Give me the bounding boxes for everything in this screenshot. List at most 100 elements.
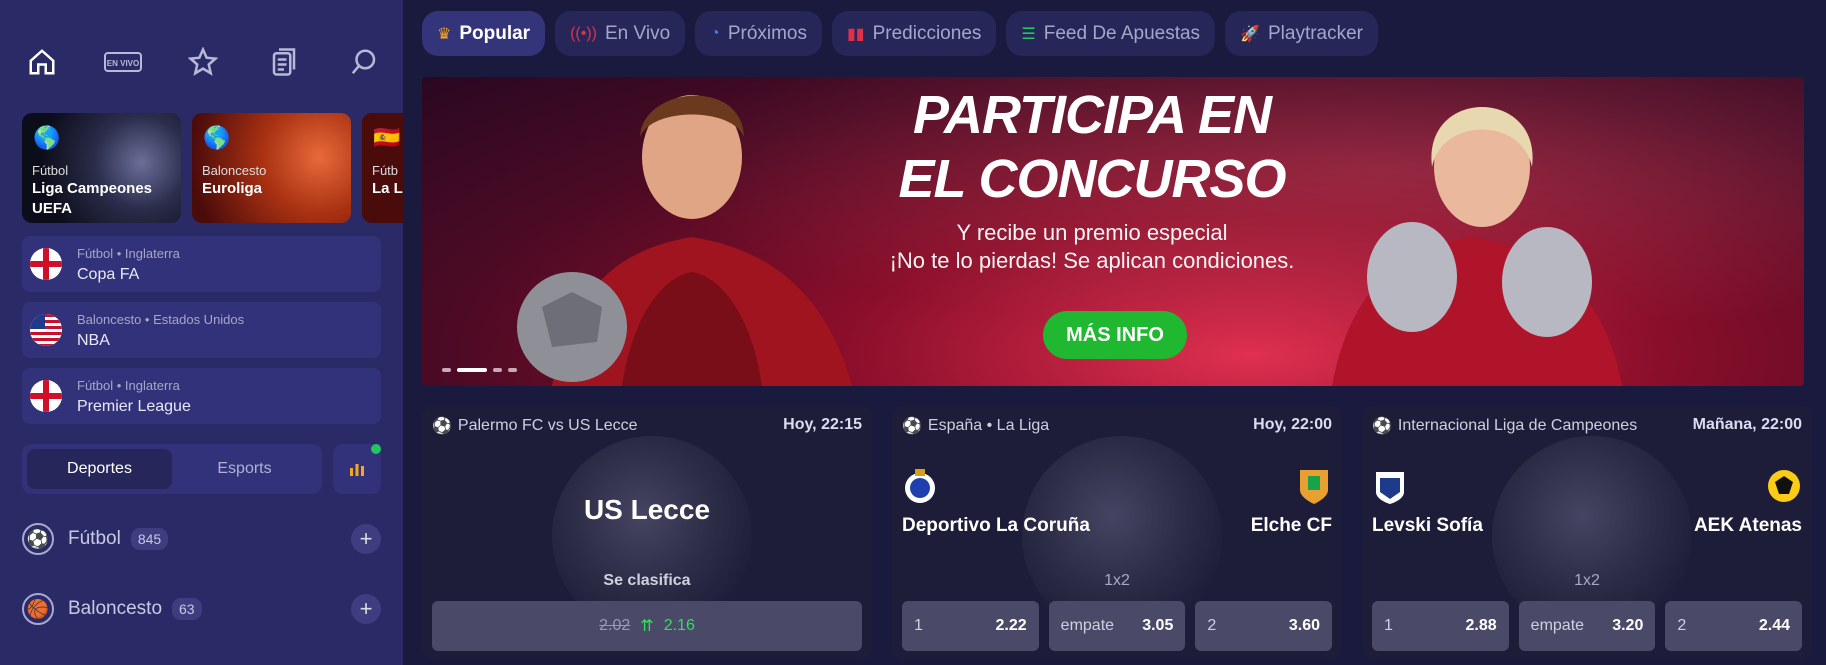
featured-card-champions-league[interactable]: 🌎 Fútbol Liga Campeones UEFA (22, 113, 181, 223)
match-time: Hoy, 22:00 (1253, 416, 1332, 433)
search-icon[interactable] (340, 42, 388, 82)
soccer-ball-icon: ⚽ (432, 418, 452, 435)
featured-sport: Fútb (372, 163, 399, 178)
boost-arrows-icon: ⇈ (640, 618, 654, 635)
featured-competitions: 🌎 Fútbol Liga Campeones UEFA 🌎 Baloncesto… (22, 113, 403, 223)
match-header: ⚽ Palermo FC vs US Lecce Hoy, 22:15 (432, 416, 862, 436)
sport-name: Fútbol (68, 528, 121, 549)
carousel-dot[interactable] (493, 368, 502, 372)
expand-plus-icon[interactable]: + (351, 594, 381, 624)
live-icon: ((•)) (570, 24, 597, 42)
market-name: 1x2 (1574, 572, 1600, 589)
sport-row-baloncesto[interactable]: 🏀 Baloncesto 63 + (22, 589, 381, 629)
old-odd: 2.02 (599, 617, 631, 634)
sport-name: Baloncesto (68, 598, 163, 619)
boosted-odd: 2.16 (663, 617, 695, 634)
odd-button-away[interactable]: 2 2.44 (1665, 601, 1803, 651)
globe-icon: 🌎 (203, 125, 231, 150)
tab-predicciones[interactable]: ▮▮ Predicciones (832, 11, 997, 56)
expand-plus-icon[interactable]: + (351, 524, 381, 554)
tab-playtracker[interactable]: 🚀 Playtracker (1225, 11, 1379, 56)
bars-icon: ▮▮ (847, 25, 865, 43)
odd-button-home[interactable]: 1 2.22 (902, 601, 1039, 651)
league-name: Copa FA (77, 266, 140, 283)
match-title: Internacional Liga de Campeones (1397, 417, 1638, 434)
star-icon[interactable] (179, 42, 227, 82)
stats-button[interactable] (333, 444, 381, 494)
betslip-icon[interactable] (260, 42, 308, 82)
clock-icon: ◔ (710, 24, 720, 42)
tab-deportes[interactable]: Deportes (27, 449, 172, 489)
market-name: Se clasifica (603, 572, 691, 589)
notification-dot (371, 444, 381, 454)
odd-button-away[interactable]: 2 3.60 (1195, 601, 1333, 651)
soccer-ball-icon: ⚽ (22, 523, 54, 555)
usa-flag-icon (30, 314, 62, 346)
soccer-ball-icon: ⚽ (902, 418, 922, 435)
match-time: Mañana, 22:00 (1692, 416, 1802, 433)
match-card-deportivo-elche[interactable]: ⚽ España • La Liga Hoy, 22:00 Deportivo L… (892, 406, 1342, 659)
england-flag-icon (30, 248, 62, 280)
odds-row: 1 2.22 empate 3.05 2 3.60 (902, 601, 1333, 651)
match-title: Palermo FC vs US Lecce (457, 417, 638, 434)
banner-woman-image (1332, 107, 1622, 386)
featured-sport: Fútbol (32, 163, 69, 178)
featured-name: Euroliga (202, 180, 263, 197)
match-header: ⚽ Internacional Liga de Campeones Mañana,… (1372, 416, 1802, 436)
aek-crest-icon (1768, 470, 1800, 502)
odd-button-home[interactable]: 1 2.88 (1372, 601, 1509, 651)
league-item-copa-fa[interactable]: Fútbol • Inglaterra Copa FA (22, 236, 381, 292)
soccer-ball-icon: ⚽ (1372, 418, 1392, 435)
odd-button[interactable]: 2.02 ⇈ 2.16 (432, 601, 862, 651)
live-tv-icon[interactable]: EN VIVO (99, 42, 147, 82)
crown-icon: ♛ (437, 25, 452, 43)
league-item-nba[interactable]: Baloncesto • Estados Unidos NBA (22, 302, 381, 358)
tab-feed-de-apuestas[interactable]: ☰ Feed De Apuestas (1006, 11, 1216, 56)
carousel-dot[interactable] (508, 368, 517, 372)
odd-button-draw[interactable]: empate 3.05 (1048, 601, 1186, 651)
market-name: 1x2 (1104, 572, 1130, 589)
top-navigation: ♛ Popular ((•)) En Vivo ◔ Próximos ▮▮ Pr… (422, 11, 1379, 56)
promo-banner[interactable]: PARTICIPA EN EL CONCURSO Y recibe un prem… (422, 77, 1804, 386)
carousel-dot-active[interactable] (457, 368, 487, 372)
featured-card-laliga[interactable]: 🇪🇸 Fútb La L (362, 113, 403, 223)
match-title: España • La Liga (927, 417, 1050, 434)
england-flag-icon (30, 380, 62, 412)
team-name: US Lecce (583, 494, 711, 525)
levski-crest-icon (1376, 472, 1404, 504)
carousel-dot[interactable] (442, 368, 451, 372)
featured-name: La L (372, 180, 403, 197)
tab-en-vivo[interactable]: ((•)) En Vivo (555, 11, 686, 56)
odd-button-draw[interactable]: empate 3.20 (1518, 601, 1656, 651)
banner-man-image (517, 95, 852, 386)
featured-name: Liga Campeones UEFA (32, 180, 153, 217)
banner-cta-button[interactable]: MÁS INFO (1043, 311, 1187, 359)
sport-row-futbol[interactable]: ⚽ Fútbol 845 + (22, 519, 381, 559)
sport-count: 845 (130, 528, 169, 550)
match-card-levski-aek[interactable]: ⚽ Internacional Liga de Campeones Mañana,… (1362, 406, 1812, 659)
spain-flag-icon: 🇪🇸 (373, 125, 401, 150)
tab-popular[interactable]: ♛ Popular (422, 11, 546, 56)
svg-text:EN VIVO: EN VIVO (106, 59, 138, 68)
match-time: Hoy, 22:15 (783, 416, 862, 433)
tab-esports[interactable]: Esports (172, 449, 317, 489)
sports-esports-toggle: Deportes Esports (22, 444, 322, 494)
globe-icon: 🌎 (33, 125, 61, 150)
league-name: Premier League (77, 398, 191, 415)
home-icon[interactable] (18, 42, 66, 82)
banner-title: PARTICIPA EN EL CONCURSO (898, 85, 1286, 209)
banner-subtitle: Y recibe un premio especial ¡No te lo pie… (889, 220, 1295, 273)
elche-crest-icon (1300, 470, 1328, 504)
tab-proximos[interactable]: ◔ Próximos (695, 11, 822, 56)
league-meta: Fútbol • Inglaterra (77, 378, 180, 393)
league-name: NBA (77, 332, 110, 349)
match-card-palermo-lecce[interactable]: ⚽ Palermo FC vs US Lecce Hoy, 22:15 US Le… (422, 406, 872, 659)
league-item-premier-league[interactable]: Fútbol • Inglaterra Premier League (22, 368, 381, 424)
league-meta: Fútbol • Inglaterra (77, 246, 180, 261)
featured-card-euroleague[interactable]: 🌎 Baloncesto Euroliga (192, 113, 351, 223)
list-icon: ☰ (1021, 25, 1036, 43)
odds-row: 1 2.88 empate 3.20 2 2.44 (1372, 601, 1803, 651)
carousel-dots (442, 368, 517, 372)
home-team: Deportivo La Coruña (902, 515, 1090, 536)
bar-chart-icon (350, 464, 364, 476)
